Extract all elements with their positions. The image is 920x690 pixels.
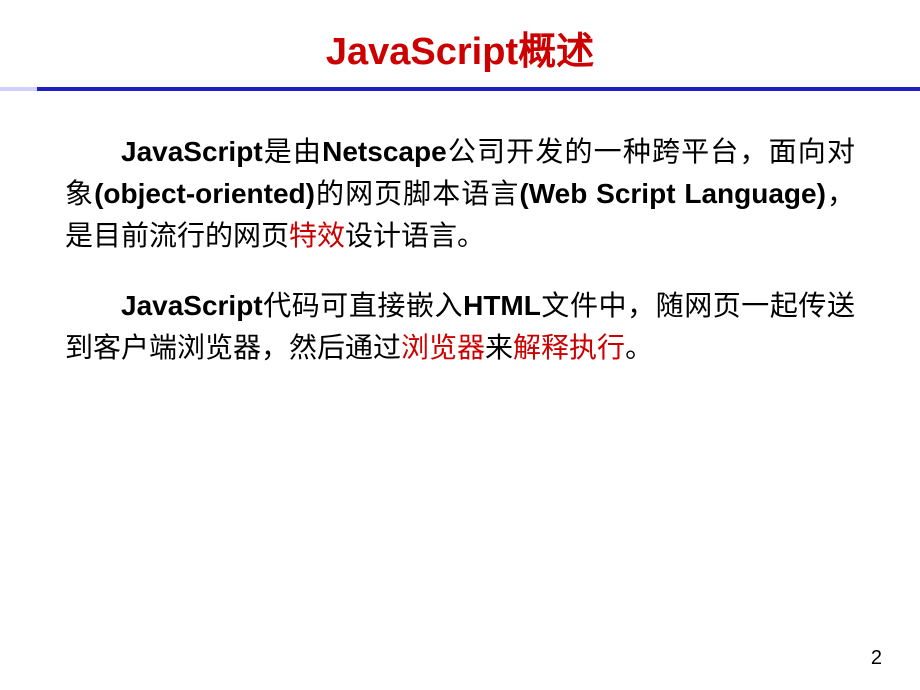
slide-title: JavaScript概述: [0, 0, 920, 85]
p1-bold-1: JavaScript: [121, 136, 263, 167]
p1-text-3: 的网页脚本语言: [315, 178, 519, 209]
p1-bold-2: Netscape: [322, 136, 447, 167]
p2-highlight-1: 浏览器: [401, 332, 485, 363]
p2-text-3: 来: [485, 332, 513, 363]
p2-bold-2: HTML: [463, 290, 541, 321]
paragraph-1: JavaScript是由Netscape公司开发的一种跨平台，面向对象(obje…: [65, 131, 855, 257]
p1-bold-4: (Web Script Language): [519, 178, 826, 209]
p1-bold-3: (object-oriented): [94, 178, 315, 209]
p2-text-4: 。: [625, 332, 653, 363]
paragraph-2: JavaScript代码可直接嵌入HTML文件中，随网页一起传送到客户端浏览器，…: [65, 285, 855, 369]
slide-content: JavaScript是由Netscape公司开发的一种跨平台，面向对象(obje…: [0, 91, 920, 369]
p1-highlight-1: 特效: [289, 220, 345, 251]
p2-bold-1: JavaScript: [121, 290, 263, 321]
p2-text-1: 代码可直接嵌入: [263, 290, 463, 321]
p2-highlight-2: 解释执行: [513, 332, 625, 363]
p1-text-5: 设计语言。: [345, 220, 485, 251]
page-number: 2: [871, 647, 882, 670]
p1-text-1: 是由: [263, 136, 323, 167]
